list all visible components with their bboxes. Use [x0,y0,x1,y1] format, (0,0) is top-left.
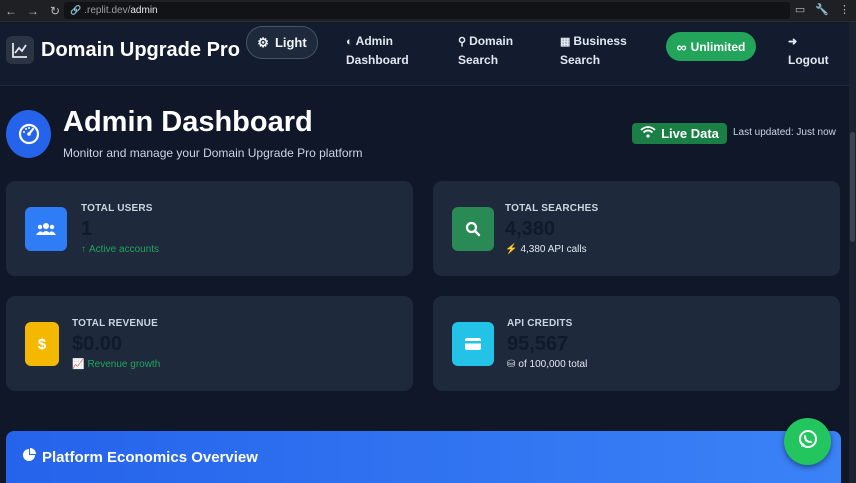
search-icon: ⚲ [458,36,467,48]
url-path: admin [130,5,158,16]
stat-value: $0.00 [72,333,123,355]
menu-icon[interactable]: ⋮ [839,3,850,16]
section-title: Platform Economics Overview [42,448,258,466]
page-scrollbar[interactable] [849,22,856,483]
nav-domain-search[interactable]: ⚲ Domain Search [458,32,513,69]
brand-name: Domain Upgrade Pro [41,38,240,61]
logout-label: Logout [788,53,829,67]
live-data-badge: Live Data [632,123,727,144]
search-icon [452,207,494,251]
nav-domain-line2: Search [458,53,499,67]
stat-label: TOTAL USERS [81,203,153,214]
cast-icon[interactable]: ▭ [795,3,805,16]
scrollbar-thumb[interactable] [850,132,855,242]
nav-business-line1: Business [573,34,627,48]
theme-toggle-button[interactable]: ⚙ Light [246,26,318,59]
stat-card-api-credits: API CREDITS 95,567 ⛁ of 100,000 total [433,296,840,391]
infinity-icon: ∞ [676,38,687,55]
whatsapp-button[interactable] [784,418,831,465]
plan-badge[interactable]: ∞ Unlimited [666,32,756,61]
credit-card-icon [452,322,494,366]
stat-value: 4,380 [505,218,556,240]
last-updated: Last updated: Just now [733,127,836,138]
pie-chart-icon [22,448,36,466]
brand[interactable]: Domain Upgrade Pro [6,36,240,64]
browser-toolbar: ← → ↻ 🔗 .replit.dev/admin ▭ 🔧 ⋮ [0,0,856,22]
top-navbar: Domain Upgrade Pro ⚙ Light ◐ Admin Dashbo… [0,22,856,86]
logout-link[interactable]: ➜ Logout [788,32,829,69]
stat-card-total-revenue: $ TOTAL REVENUE $0.00 📈 Revenue growth [6,296,413,391]
stat-note: ⛁ of 100,000 total [507,359,587,370]
stat-value: 1 [81,218,93,240]
nav-admin-line1: Admin [355,34,393,48]
building-icon: ▦ [560,36,571,48]
stat-note-text: Active accounts [89,244,160,255]
stat-note: 📈 Revenue growth [72,359,160,370]
nav-admin-line2: Dashboard [346,53,409,67]
nav-business-search[interactable]: ▦ Business Search [560,32,627,69]
stat-note: ↑ Active accounts [81,244,159,255]
page-title: Admin Dashboard [63,106,313,138]
stat-card-total-users: TOTAL USERS 1 ↑ Active accounts [6,181,413,276]
wifi-icon [640,126,656,141]
link-icon: 🔗 [70,5,82,15]
nav-admin-dashboard[interactable]: ◐ Admin Dashboard [346,32,409,69]
gauge-icon: ◐ [346,36,353,48]
chart-line-icon [6,36,34,64]
stat-note-text: 4,380 API calls [520,244,587,255]
database-icon: ⛁ [507,359,516,370]
address-bar[interactable]: 🔗 .replit.dev/admin [64,2,790,19]
wrench-icon[interactable]: 🔧 [815,3,829,16]
stat-note: ⚡ 4,380 API calls [505,244,587,255]
users-icon [25,207,67,251]
bolt-icon: ⚡ [505,244,518,255]
stat-note-text: of 100,000 total [518,359,588,370]
arrow-up-icon: ↑ [81,244,86,255]
sun-icon: ⚙ [257,34,269,50]
stat-label: TOTAL SEARCHES [505,203,599,214]
nav-business-line2: Search [560,53,601,67]
stat-label: API CREDITS [507,318,573,329]
live-data-label: Live Data [661,126,719,141]
stat-note-text: Revenue growth [87,359,161,370]
stat-card-total-searches: TOTAL SEARCHES 4,380 ⚡ 4,380 API calls [433,181,840,276]
dashboard-gauge-icon [6,110,51,158]
section-header-economics: Platform Economics Overview [6,431,841,483]
url-domain: .replit.dev/ [84,5,131,16]
back-icon[interactable]: ← [0,0,22,22]
stat-label: TOTAL REVENUE [72,318,158,329]
theme-toggle-label: Light [274,35,307,50]
dollar-icon: $ [25,322,59,366]
whatsapp-icon [797,428,819,455]
reload-icon[interactable]: ↻ [44,0,66,22]
stat-value: 95,567 [507,333,569,355]
page-subtitle: Monitor and manage your Domain Upgrade P… [63,146,363,160]
plan-badge-label: Unlimited [690,39,746,54]
chart-line-icon: 📈 [72,359,85,370]
forward-icon[interactable]: → [22,0,44,22]
nav-domain-line1: Domain [469,34,514,48]
sign-out-icon: ➜ [788,36,798,48]
